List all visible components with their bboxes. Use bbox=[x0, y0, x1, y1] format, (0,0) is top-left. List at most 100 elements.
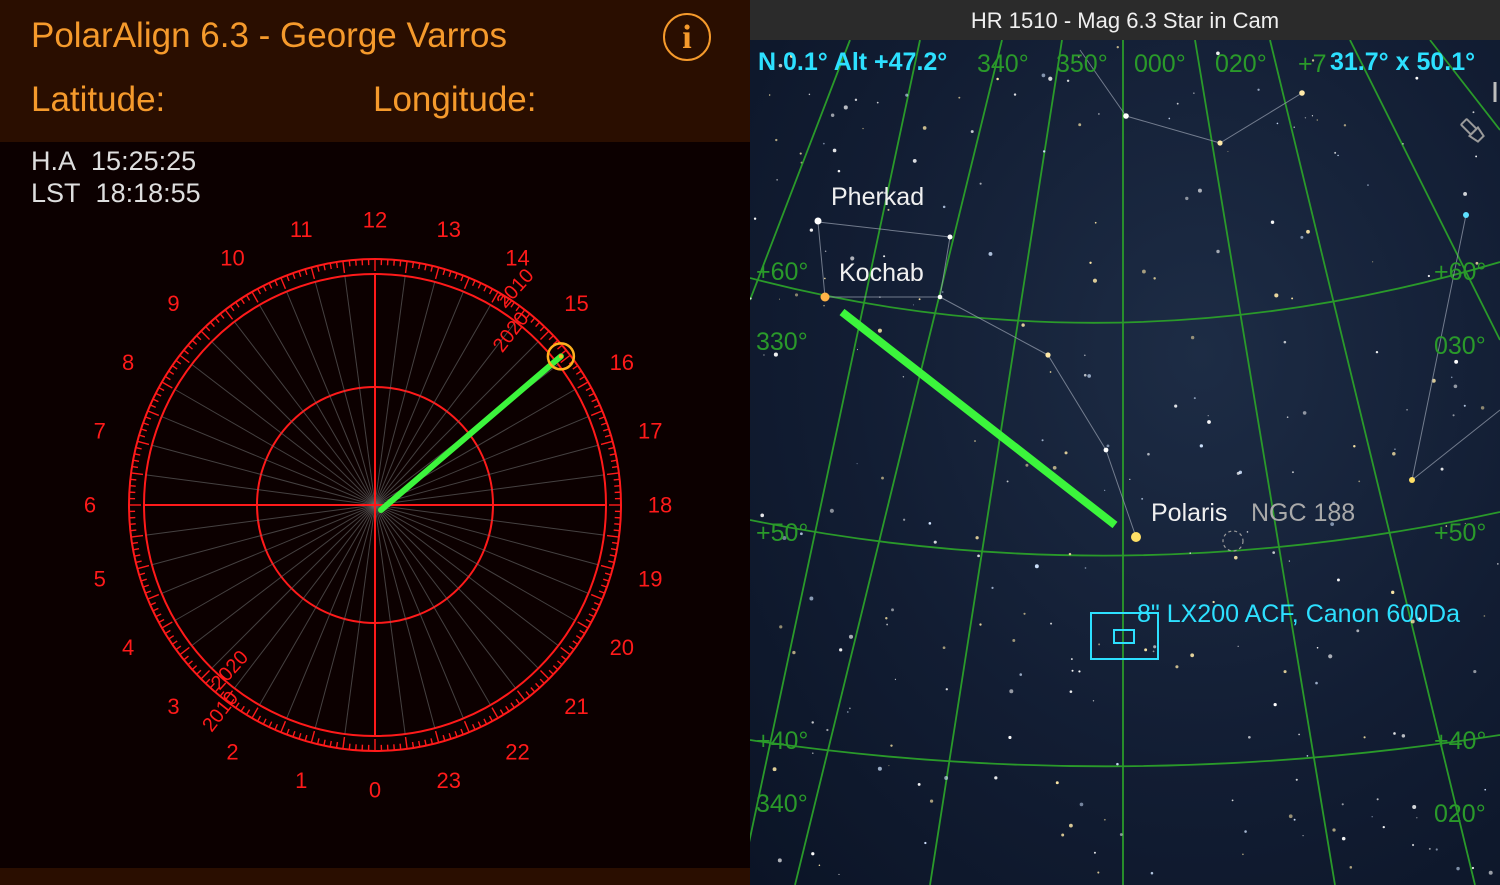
dial-tick bbox=[147, 410, 160, 417]
field-star bbox=[1013, 93, 1017, 96]
dial-tick bbox=[579, 375, 586, 381]
field-star bbox=[823, 304, 825, 307]
field-star bbox=[822, 142, 825, 145]
dial-tick bbox=[609, 453, 616, 456]
ra-grid-line bbox=[929, 39, 1063, 885]
dial-tick bbox=[603, 428, 610, 432]
field-star bbox=[1382, 825, 1385, 829]
dial-tick bbox=[590, 593, 603, 600]
star-label-kochab[interactable]: Kochab bbox=[839, 259, 924, 288]
field-star bbox=[1119, 833, 1123, 836]
dial-tick bbox=[164, 629, 171, 635]
field-star bbox=[837, 169, 841, 173]
dial-epoch-label: 2010 bbox=[198, 687, 243, 736]
field-star bbox=[1472, 111, 1475, 114]
dial-tick bbox=[304, 734, 308, 742]
field-star bbox=[1150, 871, 1154, 875]
dial-hour-label: 0 bbox=[369, 778, 381, 803]
grid-label-ra-340-bottom: 340° bbox=[756, 790, 808, 818]
field-star bbox=[779, 625, 783, 629]
field-star bbox=[1488, 870, 1493, 875]
dial-spoke bbox=[259, 504, 376, 706]
dial-tick bbox=[196, 335, 202, 341]
sky-chart-panel[interactable]: HR 1510 - Mag 6.3 Star in Cam N 0.1° Alt… bbox=[750, 0, 1500, 885]
dial-tick bbox=[257, 288, 262, 295]
field-star bbox=[975, 536, 979, 540]
dial-tick bbox=[488, 288, 493, 295]
object-label-ngc188[interactable]: NGC 188 bbox=[1251, 499, 1355, 528]
field-star bbox=[824, 250, 827, 253]
field-star bbox=[1153, 277, 1156, 280]
field-star bbox=[1078, 670, 1081, 673]
dial-tick bbox=[179, 646, 190, 656]
dial-tick bbox=[175, 645, 182, 651]
dial-tick bbox=[613, 478, 620, 481]
dial-tick bbox=[142, 422, 149, 426]
field-star bbox=[1471, 866, 1475, 870]
sky-chart[interactable] bbox=[750, 0, 1500, 885]
field-star bbox=[1341, 803, 1344, 806]
polar-clock-dial[interactable]: 01234567891011 12 131415161718192021222320… bbox=[0, 0, 750, 885]
dial-tick bbox=[298, 733, 302, 740]
field-star bbox=[1306, 755, 1309, 757]
dial-tick bbox=[579, 629, 586, 635]
field-star bbox=[856, 463, 858, 465]
dial-tick bbox=[600, 440, 613, 446]
dial-tick bbox=[606, 472, 619, 476]
field-star bbox=[1193, 92, 1195, 94]
field-star bbox=[1353, 445, 1356, 448]
dial-spoke bbox=[151, 444, 376, 506]
field-star bbox=[1185, 196, 1189, 201]
dial-tick bbox=[454, 731, 458, 738]
field-star bbox=[856, 349, 859, 351]
dial-tick bbox=[590, 410, 603, 417]
field-star bbox=[1041, 439, 1044, 442]
dial-tick bbox=[245, 709, 251, 716]
field-star bbox=[1341, 836, 1346, 841]
dial-tick bbox=[147, 593, 160, 600]
field-star bbox=[1050, 622, 1053, 625]
star-label-polaris[interactable]: Polaris bbox=[1151, 499, 1227, 528]
field-star bbox=[1349, 866, 1353, 869]
dial-tick bbox=[200, 330, 211, 341]
grid-label-ra-350: 350° bbox=[1056, 50, 1108, 78]
dial-tick bbox=[240, 705, 245, 712]
star-label-pherkad[interactable]: Pherkad bbox=[831, 183, 924, 212]
dial-tick bbox=[483, 285, 488, 292]
field-star bbox=[1283, 340, 1287, 344]
field-star bbox=[1147, 452, 1150, 456]
dial-hour-label: 13 bbox=[437, 217, 461, 242]
field-star bbox=[1242, 853, 1244, 856]
field-star bbox=[912, 304, 915, 306]
field-star bbox=[942, 646, 946, 650]
dial-tick bbox=[600, 564, 613, 570]
flashlight-icon[interactable] bbox=[1456, 114, 1490, 148]
dial-tick bbox=[323, 739, 326, 746]
dial-tick bbox=[515, 698, 521, 705]
field-star bbox=[979, 623, 982, 626]
dial-spoke bbox=[151, 504, 376, 566]
dial-tick bbox=[404, 736, 408, 749]
dial-tick bbox=[280, 277, 287, 290]
field-star bbox=[1079, 802, 1084, 807]
dial-spoke bbox=[314, 504, 376, 729]
dial-tick bbox=[539, 326, 545, 332]
field-star bbox=[876, 101, 879, 104]
field-star bbox=[918, 298, 921, 301]
dial-tick bbox=[448, 270, 452, 277]
field-star bbox=[1343, 124, 1347, 127]
field-star bbox=[885, 617, 888, 620]
grid-label-ra-030: 030° bbox=[1434, 332, 1486, 360]
star bbox=[1123, 113, 1129, 119]
dial-tick bbox=[251, 291, 259, 303]
dial-tick bbox=[539, 330, 550, 341]
dial-tick bbox=[588, 613, 595, 618]
grid-label-ra-partial: +7 bbox=[1298, 50, 1327, 78]
dial-hour-label: 14 bbox=[505, 246, 529, 271]
field-star bbox=[1497, 563, 1499, 565]
dial-tick bbox=[608, 560, 615, 564]
field-star bbox=[1463, 192, 1468, 196]
field-star bbox=[1246, 531, 1249, 533]
dial-tick bbox=[348, 260, 351, 267]
dial-hour-label: 19 bbox=[638, 566, 662, 591]
